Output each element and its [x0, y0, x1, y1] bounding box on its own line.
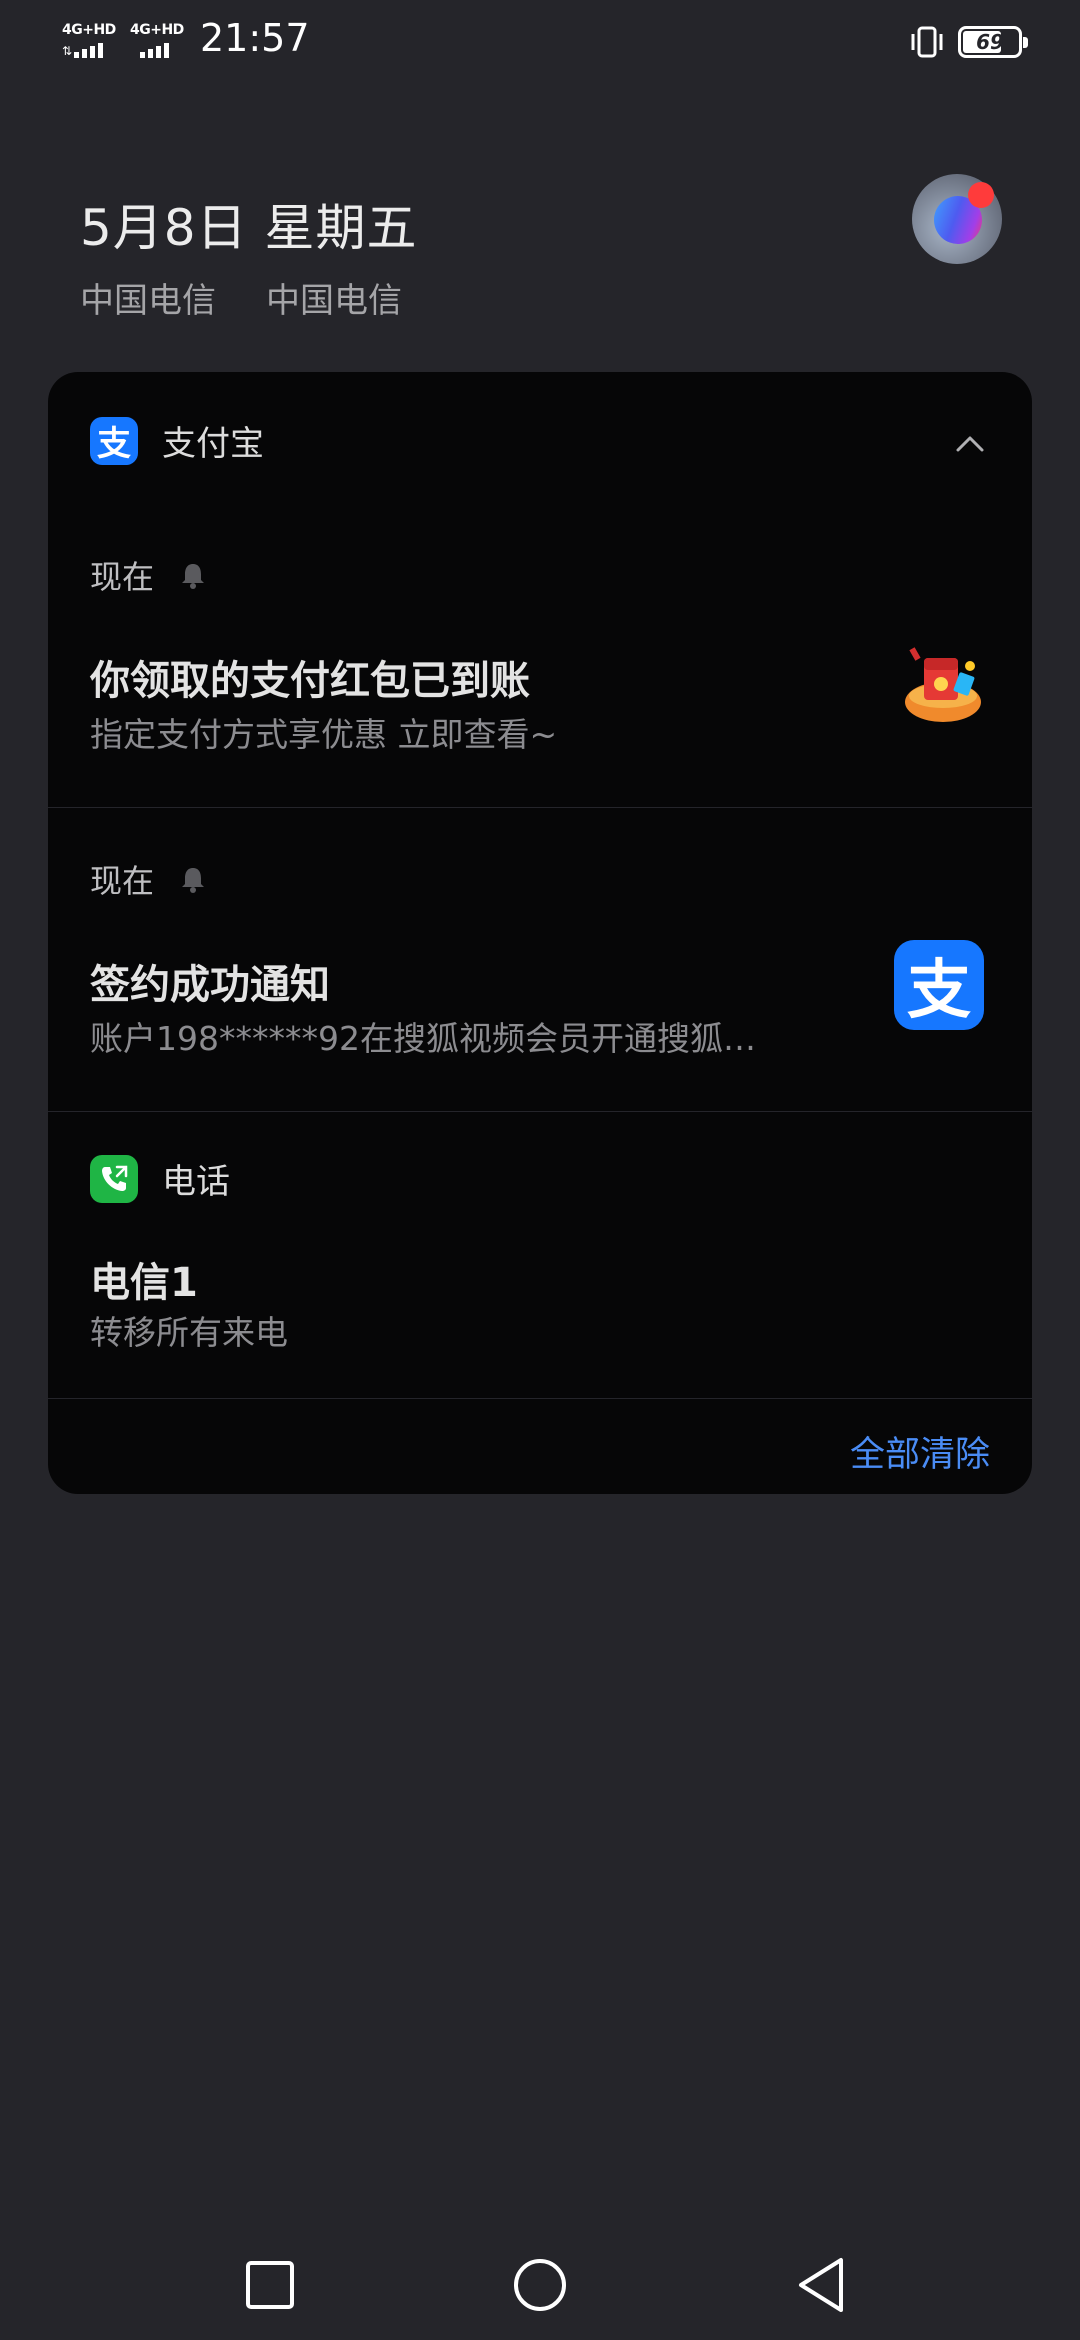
battery-level: 69: [976, 30, 1004, 54]
assistant-icon[interactable]: [912, 174, 1002, 264]
phone-group-header: 电话: [90, 1154, 230, 1203]
sim1-signal: 4G+HD ⇅: [62, 22, 120, 58]
notification-body: 指定支付方式享优惠 立即查看~: [90, 715, 558, 754]
status-bar: 4G+HD ⇅ 4G+HD 21:57 69: [0, 0, 1080, 84]
navigation-bar: [0, 2220, 1080, 2340]
bell-icon: [182, 564, 205, 589]
battery-icon: 69: [958, 26, 1028, 58]
clear-all-button[interactable]: 全部清除: [850, 1426, 990, 1477]
alipay-app-name: 支付宝: [162, 424, 264, 464]
phone-app-name: 电话: [162, 1162, 230, 1202]
call-forward-icon: [102, 1165, 128, 1191]
notification-time: 现在: [90, 558, 155, 596]
red-packet-icon: [905, 647, 981, 722]
divider: [48, 807, 1032, 808]
status-clock: 21:57: [200, 16, 310, 60]
notification-card: 支 支付宝 现在 你领取的支付红包已到账 指定支付方式享优惠 立即查看~ 现在 …: [48, 372, 1032, 1494]
notification-body: 账户198******92在搜狐视频会员开通搜狐…: [90, 1019, 756, 1058]
signal-bars-icon: [74, 43, 103, 58]
bell-icon: [182, 868, 205, 893]
sim1-network-label: 4G+HD: [62, 22, 116, 38]
carrier-names: 中国电信 中国电信: [80, 273, 402, 322]
assistant-badge: [968, 182, 994, 208]
alipay-group-header[interactable]: 支 支付宝: [90, 416, 264, 465]
chevron-up-icon[interactable]: [950, 424, 990, 464]
notification-title: 签约成功通知: [90, 962, 330, 1008]
phone-app-icon: [90, 1154, 138, 1203]
recent-apps-button[interactable]: [235, 2250, 305, 2320]
date-weekday: 5月8日 星期五: [80, 199, 418, 257]
sim2-signal: 4G+HD: [130, 22, 188, 58]
alipay-app-icon: 支: [90, 416, 138, 465]
notification-body: 转移所有来电: [90, 1313, 288, 1352]
notification-time-row: 现在: [90, 552, 208, 598]
divider: [48, 1398, 1032, 1399]
carrier-2: 中国电信: [266, 281, 402, 321]
notification-title: 电信1: [90, 1260, 198, 1306]
alipay-logo-icon: 支: [894, 940, 984, 1030]
signal-bars-icon: [140, 43, 169, 58]
notification-time-row: 现在: [90, 856, 208, 902]
notification-title: 你领取的支付红包已到账: [90, 658, 530, 704]
vibrate-icon: [911, 26, 943, 58]
notification-time: 现在: [90, 862, 155, 900]
divider: [48, 1111, 1032, 1112]
sim2-network-label: 4G+HD: [130, 22, 184, 38]
home-button[interactable]: [505, 2250, 575, 2320]
carrier-1: 中国电信: [80, 281, 216, 321]
data-arrows-icon: ⇅: [62, 44, 73, 58]
notification-shade: 4G+HD ⇅ 4G+HD 21:57 69 5月8日 星期五 中国电信 中国电…: [0, 0, 1080, 2340]
back-button[interactable]: [787, 2250, 857, 2320]
